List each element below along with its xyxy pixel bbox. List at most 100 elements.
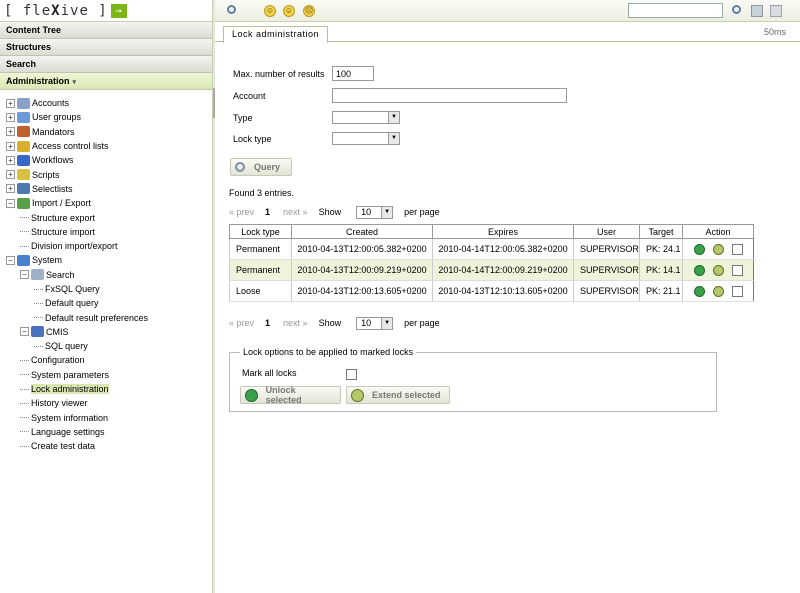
smiley-happy-icon[interactable]: ☺ (264, 5, 276, 17)
tree-item[interactable]: − Import / Export (6, 196, 212, 210)
tree-connector (20, 417, 29, 419)
expand-icon[interactable]: + (6, 155, 15, 165)
unlock-icon[interactable] (693, 243, 705, 255)
chevron-down-icon: ▾ (72, 79, 77, 86)
lock-type-select[interactable]: ▼ (332, 132, 400, 145)
col-target[interactable]: Target (639, 224, 683, 239)
tree-item[interactable]: SQL query (6, 339, 212, 353)
search-icon[interactable] (227, 5, 236, 14)
tree-item[interactable]: Default query (6, 296, 212, 310)
tree-item[interactable]: + Workflows (6, 153, 212, 167)
expand-icon[interactable]: + (6, 127, 15, 137)
table-row[interactable]: Permanent 2010-04-13T12:00:05.382+0200 201… (229, 238, 754, 260)
row-checkbox[interactable] (731, 285, 743, 297)
unlock-selected-button[interactable]: Unlock selected (240, 385, 341, 405)
tab-lock-administration[interactable]: Lock administration (223, 26, 329, 43)
collapse-icon[interactable]: − (6, 255, 15, 265)
row-checkbox[interactable] (731, 243, 743, 255)
max-results-input[interactable] (332, 66, 374, 81)
tree-item[interactable]: FxSQL Query (6, 282, 212, 296)
expand-icon[interactable]: + (6, 112, 15, 122)
extend-icon[interactable] (712, 264, 724, 276)
toolbar: ☺ ☺ ☹ (215, 0, 800, 22)
tree-item[interactable]: Configuration (6, 353, 212, 367)
nav-content-tree[interactable]: Content Tree (0, 22, 212, 39)
max-results-label: Max. number of results (233, 69, 325, 79)
tree-item[interactable]: Structure export (6, 210, 212, 224)
collapse-icon[interactable]: − (20, 327, 29, 337)
collapse-icon[interactable]: − (6, 198, 15, 208)
tree-item[interactable]: + Access control lists (6, 139, 212, 153)
next-link[interactable]: next » (283, 318, 308, 328)
lock-options-fieldset: Lock options to be applied to marked loc… (229, 347, 717, 412)
expand-icon[interactable]: + (6, 141, 15, 151)
nav-structures[interactable]: Structures (0, 39, 212, 56)
next-link[interactable]: next » (283, 207, 308, 217)
mark-all-checkbox[interactable] (346, 369, 357, 380)
search-icon[interactable] (732, 5, 741, 14)
tree-connector (20, 217, 29, 219)
per-page-select[interactable]: 10 ▼ (356, 316, 394, 330)
tree-item[interactable]: + Mandators (6, 125, 212, 139)
tree-item[interactable]: + User groups (6, 110, 212, 124)
tree-item[interactable]: Division import/export (6, 239, 212, 253)
unlock-icon[interactable] (693, 264, 705, 276)
smiley-neutral-icon[interactable]: ☺ (283, 5, 295, 17)
per-page-select[interactable]: 10 ▼ (356, 205, 394, 219)
per-page-label: per page (404, 207, 440, 217)
col-expires[interactable]: Expires (432, 224, 574, 239)
prev-link[interactable]: « prev (229, 207, 254, 217)
extend-icon[interactable] (712, 243, 724, 255)
toolbar-search-input[interactable] (628, 3, 723, 18)
tree-item[interactable]: − Search (6, 268, 212, 282)
account-input[interactable] (332, 88, 567, 103)
page-number[interactable]: 1 (265, 318, 270, 328)
nav-administration[interactable]: Administration ▾ (0, 73, 212, 90)
query-button[interactable]: Query (230, 158, 292, 176)
tree-item[interactable]: + Selectlists (6, 182, 212, 196)
row-actions (682, 238, 754, 260)
tree-item[interactable]: + Accounts (6, 96, 212, 110)
tree-item[interactable]: + Scripts (6, 167, 212, 181)
tree-item[interactable]: Lock administration (6, 382, 212, 396)
unlock-icon[interactable] (693, 285, 705, 297)
tree-item[interactable]: Create test data (6, 439, 212, 453)
admin-tree: + Accounts + User groups + Mandators + Access c… (0, 90, 212, 453)
window-icon[interactable] (770, 5, 782, 17)
type-select[interactable]: ▼ (332, 111, 400, 124)
tree-item[interactable]: History viewer (6, 396, 212, 410)
tree-item[interactable]: Language settings (6, 425, 212, 439)
pager-top: « prev 1 next » Show 10 ▼ per page (229, 205, 440, 219)
tree-item-label: Workflows (32, 155, 74, 166)
page-number[interactable]: 1 (265, 207, 270, 217)
table-row[interactable]: Permanent 2010-04-13T12:00:09.219+0200 201… (229, 259, 754, 281)
tree-connector (20, 231, 29, 233)
locks-table: Lock type Created Expires User Target Ac… (229, 224, 754, 302)
table-row[interactable]: Loose 2010-04-13T12:00:13.605+0200 2010-04… (229, 280, 754, 302)
extend-icon[interactable] (712, 285, 724, 297)
prev-link[interactable]: « prev (229, 318, 254, 328)
tree-item[interactable]: − CMIS (6, 325, 212, 339)
tree-item[interactable]: System information (6, 411, 212, 425)
col-lock-type[interactable]: Lock type (229, 224, 292, 239)
row-checkbox[interactable] (731, 264, 743, 276)
save-icon[interactable] (751, 5, 763, 17)
smiley-sad-icon[interactable]: ☹ (303, 5, 315, 17)
arrow-icon: → (110, 3, 127, 18)
tree-item-label: Configuration (31, 355, 85, 366)
extend-selected-button[interactable]: Extend selected (346, 386, 450, 404)
table-cell: 2010-04-13T12:00:05.382+0200 (291, 238, 433, 260)
tree-item[interactable]: System parameters (6, 368, 212, 382)
nav-search[interactable]: Search (0, 56, 212, 73)
table-cell: 2010-04-14T12:00:09.219+0200 (432, 259, 574, 281)
col-user[interactable]: User (573, 224, 640, 239)
tree-item-label: Selectlists (32, 183, 73, 194)
expand-icon[interactable]: + (6, 184, 15, 194)
collapse-icon[interactable]: − (20, 270, 29, 280)
expand-icon[interactable]: + (6, 98, 15, 108)
col-created[interactable]: Created (291, 224, 433, 239)
tree-item[interactable]: − System (6, 253, 212, 267)
tree-item[interactable]: Structure import (6, 225, 212, 239)
tree-item[interactable]: Default result preferences (6, 310, 212, 324)
expand-icon[interactable]: + (6, 170, 15, 180)
